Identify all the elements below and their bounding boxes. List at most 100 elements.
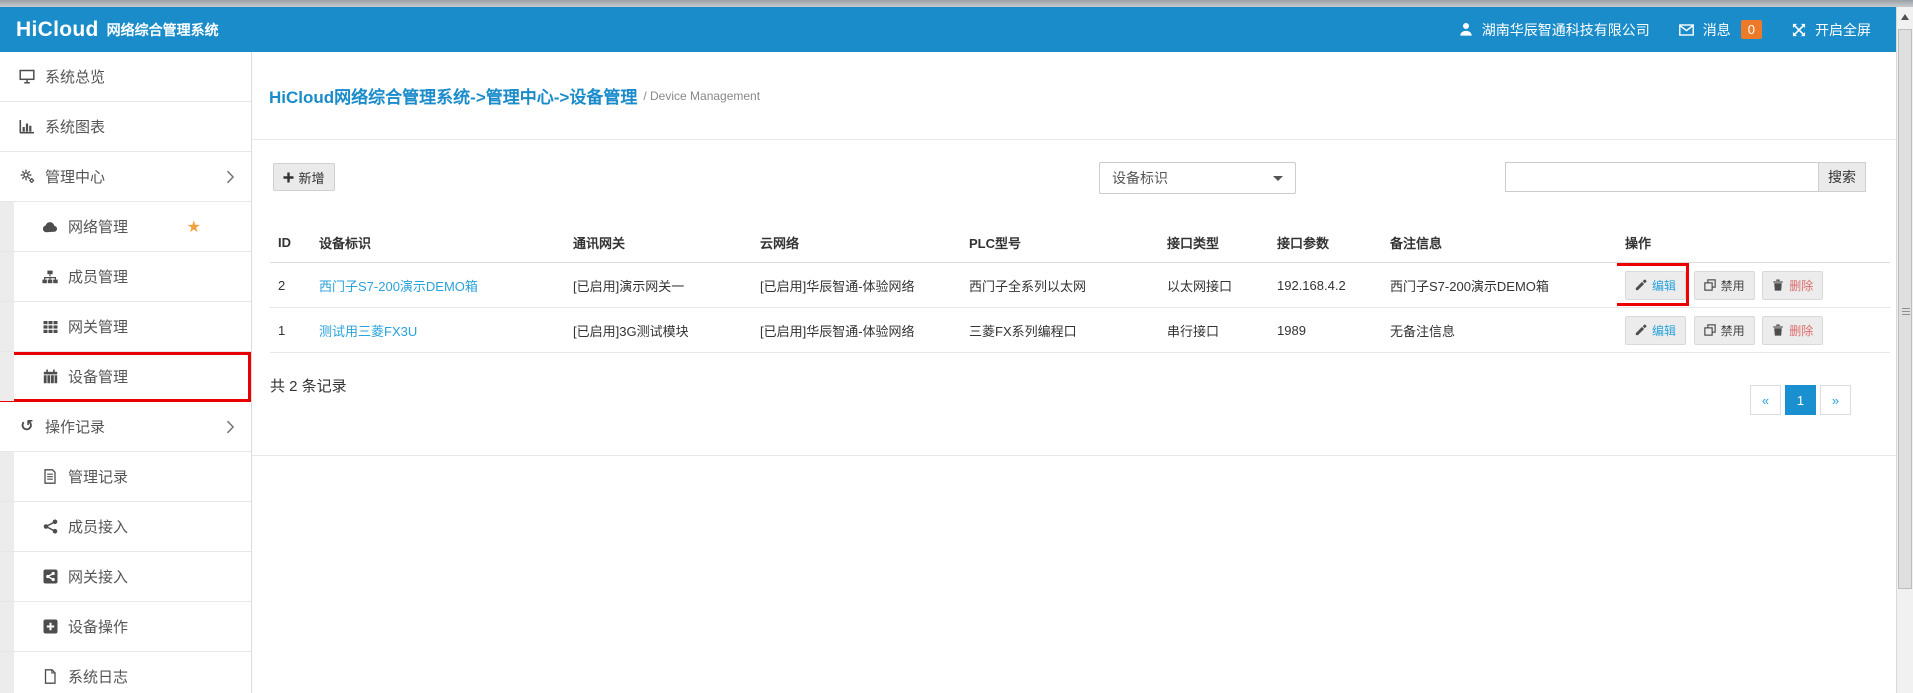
device-table: ID 设备标识 通讯网关 云网络 PLC型号 接口类型 接口参数 备注信息 操作… — [270, 223, 1890, 353]
delete-label: 删除 — [1789, 277, 1813, 294]
bar-chart-icon — [18, 119, 36, 135]
col-header-iface-type: 接口类型 — [1159, 223, 1269, 263]
cell-iface-param: 192.168.4.2 — [1269, 263, 1382, 308]
navbar-right: 湖南华辰智通科技有限公司 消息 0 开启全屏 — [1457, 20, 1871, 40]
company-name: 湖南华辰智通科技有限公司 — [1482, 20, 1650, 40]
sidebar-item-label: 系统总览 — [45, 66, 105, 87]
pagination-prev-button[interactable]: « — [1750, 385, 1781, 415]
col-header-network: 云网络 — [752, 223, 961, 263]
window-top-edge — [0, 0, 1913, 7]
cell-plc: 三菱FX系列编程口 — [961, 308, 1159, 353]
col-header-device: 设备标识 — [311, 223, 565, 263]
clone-icon — [1704, 279, 1716, 291]
cell-actions: 编辑 禁用 — [1617, 308, 1890, 353]
table-row: 1 测试用三菱FX3U [已启用]3G测试模块 [已启用]华辰智通-体验网络 三… — [270, 308, 1890, 353]
sidebar-item-gateway-management[interactable]: 网关管理 — [0, 302, 251, 352]
messages-count-badge: 0 — [1741, 20, 1762, 39]
caret-down-icon — [1273, 176, 1283, 181]
pagination-page-1-button[interactable]: 1 — [1785, 385, 1816, 415]
breadcrumb: HiCloud网络综合管理系统->管理中心->设备管理 / Device Man… — [252, 52, 1913, 140]
sidebar-item-member-management[interactable]: 成员管理 — [0, 252, 251, 302]
grid-icon — [41, 319, 59, 335]
pagination: « 1 » — [1746, 385, 1851, 415]
sidebar-item-label: 管理中心 — [45, 166, 105, 187]
cell-iface-type: 串行接口 — [1159, 308, 1269, 353]
sidebar-item-device-operations[interactable]: 设备操作 — [0, 602, 251, 652]
trash-icon — [1772, 279, 1784, 291]
col-header-remark: 备注信息 — [1382, 223, 1617, 263]
vertical-scrollbar[interactable] — [1896, 7, 1913, 693]
monitor-icon — [18, 69, 36, 85]
fullscreen-button[interactable]: 开启全屏 — [1790, 20, 1871, 40]
cell-remark: 西门子S7-200演示DEMO箱 — [1382, 263, 1617, 308]
filter-field-dropdown[interactable]: 设备标识 — [1099, 162, 1296, 194]
sidebar-item-gateway-access[interactable]: 网关接入 — [0, 552, 251, 602]
table-footer: 共 2 条记录 « 1 » — [252, 353, 1913, 415]
brand-subtitle: 网络综合管理系统 — [107, 20, 219, 40]
sidebar-item-operation-records[interactable]: ↺ 操作记录 — [0, 402, 251, 452]
scrollbar-thumb[interactable] — [1898, 29, 1912, 589]
search-input[interactable] — [1505, 162, 1818, 192]
col-header-id: ID — [270, 223, 311, 263]
sidebar-item-device-management[interactable]: 设备管理 — [0, 352, 251, 402]
device-link[interactable]: 西门子S7-200演示DEMO箱 — [319, 279, 478, 294]
share-icon — [41, 519, 59, 535]
sidebar-item-network-management[interactable]: 网络管理 ★ — [0, 202, 251, 252]
cell-id: 2 — [270, 263, 311, 308]
edit-button[interactable]: 编辑 — [1625, 316, 1686, 345]
sidebar-item-system-overview[interactable]: 系统总览 — [0, 52, 251, 102]
sidebar-item-label: 管理记录 — [68, 466, 128, 487]
delete-button[interactable]: 删除 — [1762, 271, 1823, 300]
sidebar-item-label: 系统图表 — [45, 116, 105, 137]
col-header-gateway: 通讯网关 — [565, 223, 752, 263]
delete-label: 删除 — [1789, 322, 1813, 339]
cell-iface-param: 1989 — [1269, 308, 1382, 353]
edit-button[interactable]: 编辑 — [1625, 271, 1686, 300]
sidebar-item-management-records[interactable]: 管理记录 — [0, 452, 251, 502]
cell-network: [已启用]华辰智通-体验网络 — [752, 263, 961, 308]
sidebar-item-label: 网关接入 — [68, 566, 128, 587]
disable-button[interactable]: 禁用 — [1694, 316, 1755, 345]
sidebar-item-system-charts[interactable]: 系统图表 — [0, 102, 251, 152]
brand-logo: HiCloud — [16, 18, 99, 42]
messages-menu[interactable]: 消息 0 — [1678, 20, 1762, 40]
envelope-icon — [1678, 22, 1696, 38]
cell-gateway: [已启用]3G测试模块 — [565, 308, 752, 353]
cell-id: 1 — [270, 308, 311, 353]
company-menu[interactable]: 湖南华辰智通科技有限公司 — [1457, 20, 1650, 40]
sidebar: 系统总览 系统图表 管理中心 — [0, 52, 252, 693]
file-text-icon — [41, 469, 59, 485]
table-header-row: ID 设备标识 通讯网关 云网络 PLC型号 接口类型 接口参数 备注信息 操作 — [270, 223, 1890, 263]
scrollbar-up-arrow-icon[interactable] — [1901, 14, 1909, 20]
add-device-button[interactable]: 新增 — [273, 163, 335, 191]
delete-button[interactable]: 删除 — [1762, 316, 1823, 345]
share-square-icon — [41, 569, 59, 585]
page: HiCloud 网络综合管理系统 湖南华辰智通科技有限公司 消息 0 开启 — [0, 0, 1913, 693]
sidebar-item-member-access[interactable]: 成员接入 — [0, 502, 251, 552]
device-link[interactable]: 测试用三菱FX3U — [319, 324, 417, 339]
sidebar-item-label: 系统日志 — [68, 666, 128, 687]
fullscreen-icon — [1790, 22, 1808, 38]
content-bottom-divider — [252, 455, 1913, 456]
sidebar-item-label: 设备操作 — [68, 616, 128, 637]
cell-network: [已启用]华辰智通-体验网络 — [752, 308, 961, 353]
cell-remark: 无备注信息 — [1382, 308, 1617, 353]
filter-field-value: 设备标识 — [1112, 168, 1168, 188]
cell-gateway: [已启用]演示网关一 — [565, 263, 752, 308]
cell-iface-type: 以太网接口 — [1159, 263, 1269, 308]
search-group: 搜索 — [1505, 162, 1866, 192]
search-button[interactable]: 搜索 — [1818, 162, 1866, 192]
chevron-right-icon — [226, 170, 235, 184]
cell-actions: 编辑 禁用 — [1617, 263, 1890, 308]
sidebar-item-system-logs[interactable]: 系统日志 — [0, 652, 251, 693]
fullscreen-label: 开启全屏 — [1815, 20, 1871, 40]
record-count: 共 2 条记录 — [270, 373, 347, 396]
messages-label: 消息 — [1703, 20, 1731, 40]
star-icon: ★ — [187, 217, 201, 237]
pagination-next-button[interactable]: » — [1820, 385, 1851, 415]
sidebar-item-label: 成员管理 — [68, 266, 128, 287]
sidebar-item-management-center[interactable]: 管理中心 — [0, 152, 251, 202]
sitemap-icon — [41, 269, 59, 285]
disable-button[interactable]: 禁用 — [1694, 271, 1755, 300]
gears-icon — [18, 169, 36, 185]
